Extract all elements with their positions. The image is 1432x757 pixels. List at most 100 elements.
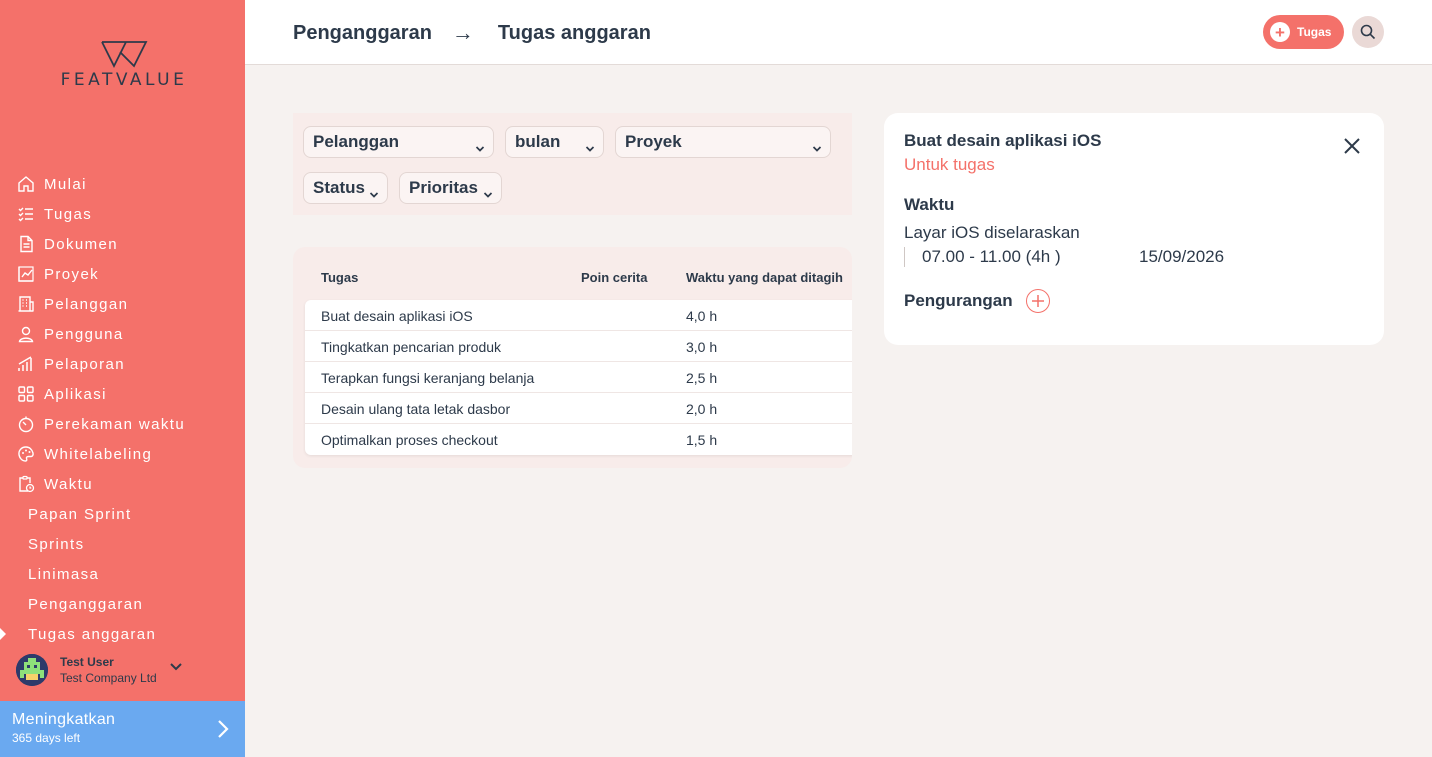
sidebar-item-label: Dokumen xyxy=(44,235,118,253)
chart-icon xyxy=(17,265,35,283)
sidebar-item-pelaporan[interactable]: Pelaporan xyxy=(0,349,245,379)
sidebar-item-label: Tugas anggaran xyxy=(28,625,157,643)
detail-subtitle-link[interactable]: Untuk tugas xyxy=(904,155,995,175)
sidebar-subitem-papan-sprint[interactable]: Papan Sprint xyxy=(0,499,245,529)
sidebar-item-mulai[interactable]: Mulai xyxy=(0,169,245,199)
sidebar-item-proyek[interactable]: Proyek xyxy=(0,259,245,289)
time-entry-date: 15/09/2026 xyxy=(1139,247,1225,266)
priority-select[interactable]: Prioritas xyxy=(399,172,502,204)
sidebar-item-label: Pelanggan xyxy=(44,295,129,313)
table-row[interactable]: Terapkan fungsi keranjang belanja 2,5 h xyxy=(305,362,852,393)
sidebar-item-label: Sprints xyxy=(28,535,85,553)
sidebar-item-label: Mulai xyxy=(44,175,87,193)
time-entry-range: 07.00 - 11.00 (4h ) xyxy=(904,247,1061,267)
status-select-value: Status xyxy=(313,178,365,197)
sidebar-item-perekaman-waktu[interactable]: Perekaman waktu xyxy=(0,409,245,439)
column-header-task[interactable]: Tugas xyxy=(321,270,358,285)
table-row[interactable]: Optimalkan proses checkout 1,5 h xyxy=(305,424,852,455)
sidebar-item-label: Linimasa xyxy=(28,565,100,583)
detail-title: Buat desain aplikasi iOS xyxy=(904,131,1102,150)
document-icon xyxy=(17,235,35,253)
sidebar-item-label: Proyek xyxy=(44,265,100,283)
user-menu[interactable]: Test User Test Company Ltd xyxy=(16,652,236,688)
time-cell: 4,0 h xyxy=(686,308,718,324)
customer-select-value: Pelanggan xyxy=(313,132,399,151)
chevron-right-icon xyxy=(217,719,229,744)
brand-name: FEATVALUE xyxy=(60,70,188,90)
filter-bar: Pelanggan bulan Proyek Status Prioritas xyxy=(293,113,852,215)
breadcrumb-parent[interactable]: Penganggaran xyxy=(293,22,432,45)
sidebar-subitem-linimasa[interactable]: Linimasa xyxy=(0,559,245,589)
task-cell: Buat desain aplikasi iOS xyxy=(321,308,473,324)
add-task-button[interactable]: + Tugas xyxy=(1263,15,1344,49)
user-icon xyxy=(17,325,35,343)
project-select-value: Proyek xyxy=(625,132,682,151)
month-select-value: bulan xyxy=(515,132,561,151)
chevron-down-icon[interactable] xyxy=(169,659,183,677)
apps-icon xyxy=(17,385,35,403)
sidebar-subitem-tugas-anggaran[interactable]: Tugas anggaran xyxy=(0,619,245,649)
sidebar-item-dokumen[interactable]: Dokumen xyxy=(0,229,245,259)
table-row[interactable]: Tingkatkan pencarian produk 3,0 h xyxy=(305,331,852,362)
sidebar-item-label: Tugas xyxy=(44,205,93,223)
sidebar-item-label: Whitelabeling xyxy=(44,445,153,463)
time-heading: Waktu xyxy=(904,195,955,214)
customer-select[interactable]: Pelanggan xyxy=(303,126,494,158)
breadcrumb-separator: → xyxy=(451,20,474,45)
chevron-down-icon xyxy=(475,138,485,158)
close-icon xyxy=(1344,138,1360,154)
home-icon xyxy=(17,175,35,193)
add-deduction-button[interactable] xyxy=(1026,289,1050,313)
sidebar-subitem-penganggaran[interactable]: Penganggaran xyxy=(0,589,245,619)
sidebar-item-aplikasi[interactable]: Aplikasi xyxy=(0,379,245,409)
deductions-label: Pengurangan xyxy=(904,291,1013,310)
chevron-down-icon xyxy=(369,184,379,204)
timer-icon xyxy=(17,415,35,433)
budget-task-table: Tugas Poin cerita Waktu yang dapat ditag… xyxy=(293,247,852,468)
table-row[interactable]: Buat desain aplikasi iOS 4,0 h xyxy=(305,300,852,331)
time-cell: 2,0 h xyxy=(686,401,718,417)
time-cell: 3,0 h xyxy=(686,339,718,355)
chevron-down-icon xyxy=(483,184,493,204)
sidebar-item-label: Papan Sprint xyxy=(28,505,132,523)
sidebar-item-waktu[interactable]: Waktu xyxy=(0,469,245,499)
sidebar-item-tugas[interactable]: Tugas xyxy=(0,199,245,229)
upgrade-title: Meningkatkan xyxy=(12,711,116,728)
task-detail-panel: Buat desain aplikasi iOS Untuk tugas Wak… xyxy=(884,113,1384,345)
task-cell: Desain ulang tata letak dasbor xyxy=(321,401,511,417)
sidebar-item-pengguna[interactable]: Pengguna xyxy=(0,319,245,349)
sidebar-item-whitelabeling[interactable]: Whitelabeling xyxy=(0,439,245,469)
add-task-label: Tugas xyxy=(1297,25,1332,39)
palette-icon xyxy=(17,445,35,463)
bar-chart-icon xyxy=(17,355,35,373)
sidebar: FEATVALUE Mulai Tugas Dokumen Proyek Pel… xyxy=(0,0,245,757)
top-header: Penganggaran → Tugas anggaran + Tugas xyxy=(245,0,1432,65)
table-row[interactable]: Desain ulang tata letak dasbor 2,0 h xyxy=(305,393,852,424)
column-header-billable-time[interactable]: Waktu yang dapat ditagih xyxy=(686,270,843,285)
project-select[interactable]: Proyek xyxy=(615,126,831,158)
chevron-down-icon xyxy=(812,138,822,158)
task-cell: Optimalkan proses checkout xyxy=(321,432,498,448)
month-select[interactable]: bulan xyxy=(505,126,604,158)
sidebar-item-label: Perekaman waktu xyxy=(44,415,186,433)
status-select[interactable]: Status xyxy=(303,172,388,204)
column-header-story-points[interactable]: Poin cerita xyxy=(581,270,647,285)
sidebar-item-label: Waktu xyxy=(44,475,93,493)
chevron-down-icon xyxy=(585,138,595,158)
building-icon xyxy=(17,295,35,313)
plus-icon xyxy=(1032,295,1044,307)
task-cell: Terapkan fungsi keranjang belanja xyxy=(321,370,535,386)
brand-logo[interactable]: FEATVALUE xyxy=(38,40,210,90)
sidebar-item-label: Pelaporan xyxy=(44,355,125,373)
sidebar-subitem-sprints[interactable]: Sprints xyxy=(0,529,245,559)
plus-icon: + xyxy=(1270,22,1290,42)
sidebar-item-pelanggan[interactable]: Pelanggan xyxy=(0,289,245,319)
breadcrumb-current: Tugas anggaran xyxy=(497,21,651,44)
upgrade-banner[interactable]: Meningkatkan 365 days left xyxy=(0,701,245,757)
search-button[interactable] xyxy=(1352,16,1384,48)
sidebar-item-label: Aplikasi xyxy=(44,385,107,403)
close-button[interactable] xyxy=(1342,136,1362,156)
breadcrumb: Penganggaran → Tugas anggaran xyxy=(293,20,651,46)
time-cell: 1,5 h xyxy=(686,432,718,448)
avatar xyxy=(16,654,48,686)
